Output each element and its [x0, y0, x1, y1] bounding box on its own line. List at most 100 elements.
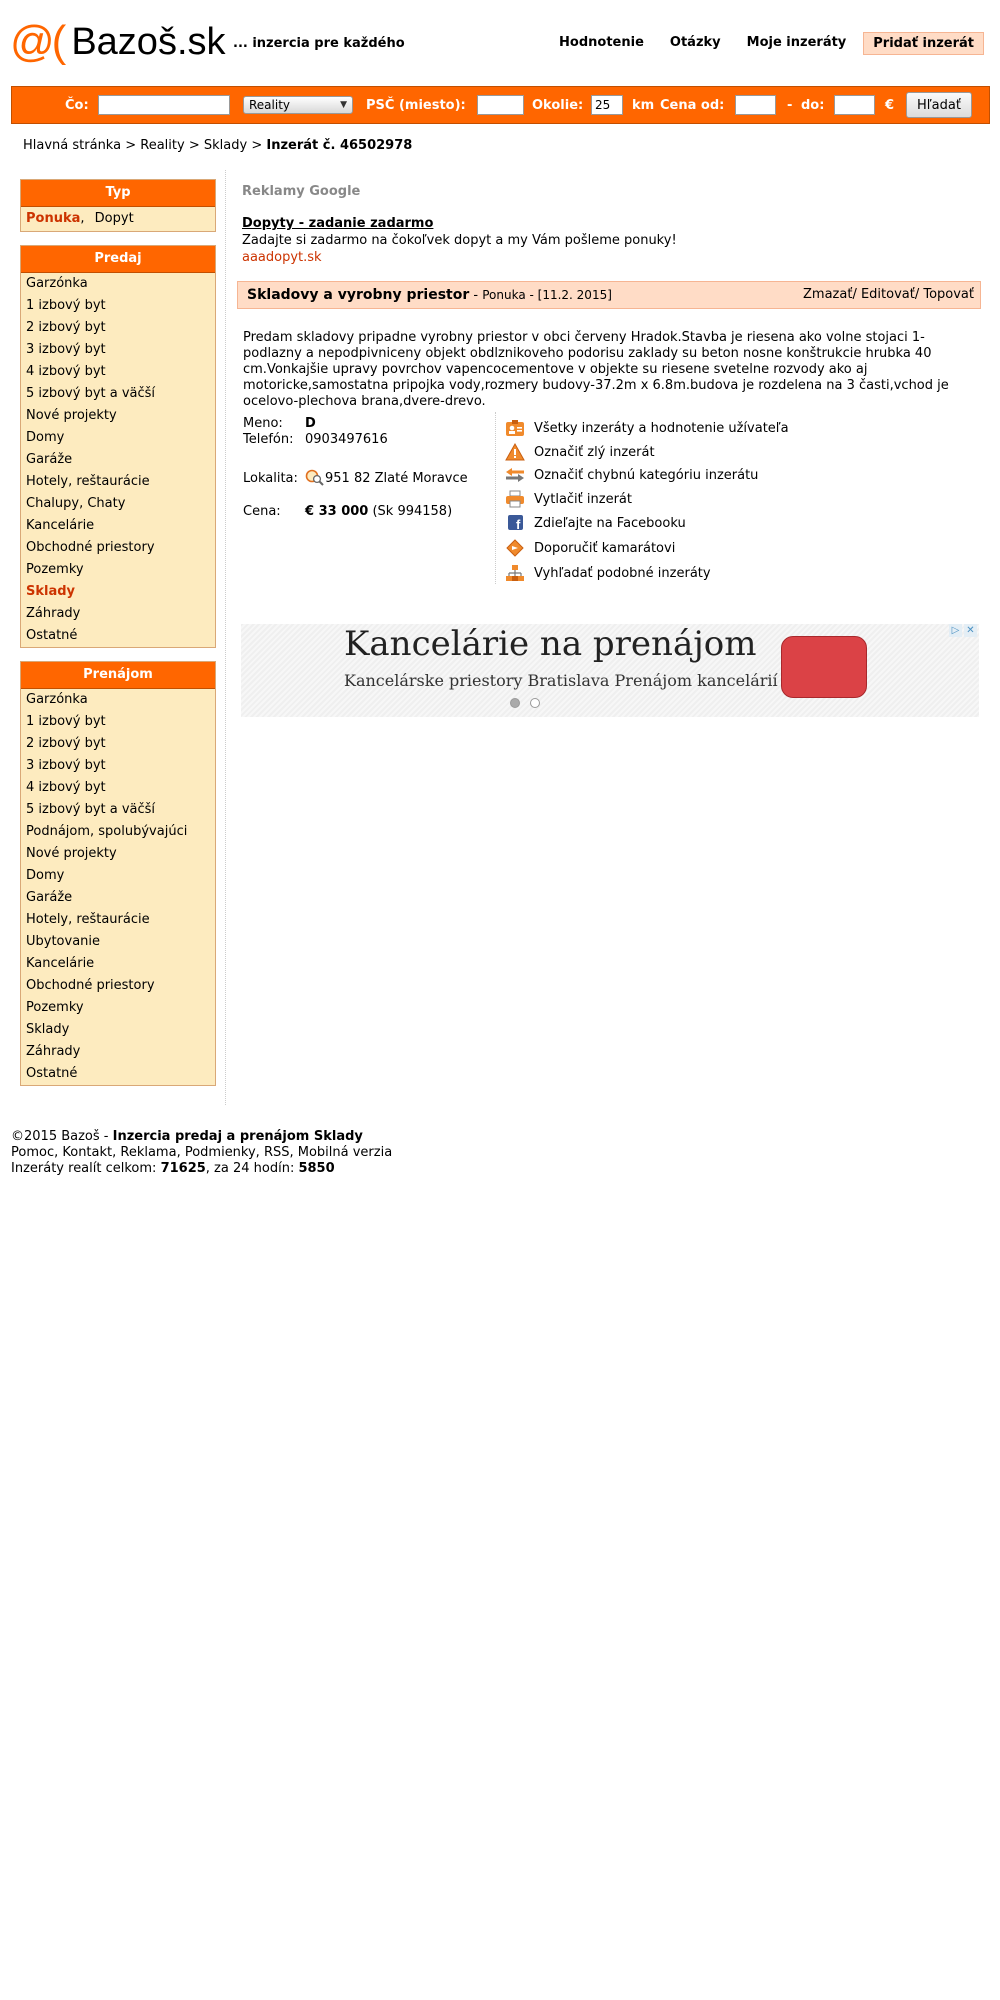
sidebar-item-predaj[interactable]: Domy: [21, 427, 215, 449]
footer-stats-24h: 5850: [298, 1161, 335, 1176]
lokalita-label: Lokalita:: [243, 471, 298, 486]
do-label: do:: [801, 97, 825, 113]
sidebar-item-predaj[interactable]: Obchodné priestory: [21, 537, 215, 559]
sidebar-item-prenajom[interactable]: Ubytovanie: [21, 931, 215, 953]
listing-details: Meno: D Telefón: 0903497616 Lokalita: 95…: [237, 412, 979, 587]
action-label: Doporučiť kamarátovi: [534, 540, 676, 556]
logo-at: @(: [10, 17, 66, 66]
ad-title-link[interactable]: Dopyty - zadanie zadarmo: [242, 216, 433, 231]
sidebar-item-prenajom[interactable]: Obchodné priestory: [21, 975, 215, 997]
sidebar-item-predaj[interactable]: Kancelárie: [21, 515, 215, 537]
banner-headline: Kancelárie na prenájom: [344, 624, 757, 664]
sidebar-item-prenajom[interactable]: 5 izbový byt a väčší: [21, 799, 215, 821]
sidebar-item-prenajom[interactable]: Ostatné: [21, 1063, 215, 1085]
sidebar-item-prenajom[interactable]: 1 izbový byt: [21, 711, 215, 733]
sidebar-item-prenajom[interactable]: Pozemky: [21, 997, 215, 1019]
action-facebook-share[interactable]: f Zdieľajte na Facebooku: [505, 512, 686, 534]
nav-otazky[interactable]: Otázky: [661, 32, 730, 55]
sidebar-item-prenajom[interactable]: Kancelárie: [21, 953, 215, 975]
prenajom-box: Prenájom Garzónka 1 izbový byt 2 izbový by…: [20, 661, 216, 1086]
footer: ©2015 Bazoš - Inzercia predaj a prenájom…: [11, 1129, 392, 1177]
sidebar-item-predaj[interactable]: Sklady: [21, 581, 215, 603]
sidebar-item-predaj[interactable]: Pozemky: [21, 559, 215, 581]
sidebar-item-predaj[interactable]: 3 izbový byt: [21, 339, 215, 361]
meno-label: Meno:: [243, 416, 283, 431]
recommend-icon: [505, 539, 525, 557]
action-label: Vytlačiť inzerát: [534, 491, 632, 507]
currency-label: €: [885, 97, 895, 113]
logo[interactable]: @( Bazoš.sk: [10, 18, 226, 66]
breadcrumb-home[interactable]: Hlavná stránka: [23, 138, 121, 153]
adchoices-icon[interactable]: ▷: [949, 624, 962, 637]
lokalita-value: 951 82 Zlaté Moravce: [325, 471, 468, 486]
action-similar[interactable]: Vyhľadať podobné inzeráty: [505, 562, 711, 584]
action-user-listings[interactable]: Všetky inzeráty a hodnotenie užívateľa: [505, 417, 789, 439]
add-listing-button[interactable]: Pridať inzerát: [863, 32, 984, 55]
sidebar-item-prenajom[interactable]: 4 izbový byt: [21, 777, 215, 799]
nav-hodnotenie[interactable]: Hodnotenie: [550, 32, 653, 55]
sidebar-item-predaj[interactable]: 1 izbový byt: [21, 295, 215, 317]
action-print[interactable]: Vytlačiť inzerát: [505, 488, 632, 510]
text-ad: Dopyty - zadanie zadarmo Zadajte si zada…: [242, 215, 677, 266]
search-button[interactable]: Hľadať: [906, 92, 972, 118]
sidebar-item-predaj[interactable]: 5 izbový byt a väčší: [21, 383, 215, 405]
sidebar-item-prenajom[interactable]: Domy: [21, 865, 215, 887]
breadcrumb-sklady[interactable]: Sklady: [204, 138, 247, 153]
cena-od-input[interactable]: [735, 95, 776, 115]
ad-text: Zadajte si zadarmo na čokoľvek dopyt a m…: [242, 233, 677, 248]
action-report-bad[interactable]: Označiť zlý inzerát: [505, 441, 655, 463]
banner-cta-button[interactable]: [781, 636, 867, 698]
sidebar-item-predaj[interactable]: Chalupy, Chaty: [21, 493, 215, 515]
sidebar-item-prenajom[interactable]: 3 izbový byt: [21, 755, 215, 777]
do-input[interactable]: [834, 95, 875, 115]
user-listings-icon: [505, 419, 525, 437]
banner-subline: Kancelárske priestory Bratislava Prenájo…: [344, 671, 778, 690]
sidebar-item-predaj[interactable]: Garzónka: [21, 273, 215, 295]
breadcrumb-separator: >: [125, 138, 137, 153]
typ-ponuka-link[interactable]: Ponuka: [26, 211, 80, 226]
co-input[interactable]: [98, 95, 230, 115]
banner-ad[interactable]: Kancelárie na prenájom Kancelárske pries…: [241, 624, 979, 717]
sidebar-item-prenajom[interactable]: Záhrady: [21, 1041, 215, 1063]
map-search-icon[interactable]: [305, 469, 325, 487]
sidebar-item-prenajom[interactable]: Podnájom, spolubývajúci: [21, 821, 215, 843]
warning-icon: [505, 443, 525, 461]
sidebar-item-predaj[interactable]: 4 izbový byt: [21, 361, 215, 383]
sidebar-item-prenajom[interactable]: Hotely, reštaurácie: [21, 909, 215, 931]
footer-links[interactable]: Pomoc, Kontakt, Reklama, Podmienky, RSS,…: [11, 1145, 392, 1160]
carousel-dot-active[interactable]: [510, 698, 520, 708]
typ-dopyt-link[interactable]: Dopyt: [95, 211, 134, 226]
listing-manage-links[interactable]: Zmazať/ Editovať/ Topovať: [803, 282, 974, 308]
top-nav: Hodnotenie Otázky Moje inzeráty Pridať i…: [542, 32, 984, 55]
sidebar-item-predaj[interactable]: Nové projekty: [21, 405, 215, 427]
category-select[interactable]: Reality ▼: [243, 96, 353, 114]
action-label: Zdieľajte na Facebooku: [534, 515, 686, 531]
ad-url-link[interactable]: aaadopyt.sk: [242, 250, 322, 265]
typ-row: Ponuka, Dopyt: [21, 207, 215, 231]
sidebar-item-prenajom[interactable]: 2 izbový byt: [21, 733, 215, 755]
sidebar-item-predaj[interactable]: Záhrady: [21, 603, 215, 625]
sidebar-item-prenajom[interactable]: Garáže: [21, 887, 215, 909]
sidebar-item-prenajom[interactable]: Nové projekty: [21, 843, 215, 865]
nav-moje-inzeraty[interactable]: Moje inzeráty: [738, 32, 856, 55]
psc-input[interactable]: [477, 95, 524, 115]
close-icon[interactable]: ✕: [964, 624, 977, 637]
sidebar-item-predaj[interactable]: Ostatné: [21, 625, 215, 647]
action-label: Označiť zlý inzerát: [534, 444, 655, 460]
action-recommend[interactable]: Doporučiť kamarátovi: [505, 537, 675, 559]
sidebar-item-prenajom[interactable]: Sklady: [21, 1019, 215, 1041]
sidebar-item-predaj[interactable]: Garáže: [21, 449, 215, 471]
category-selected: Reality: [249, 98, 291, 112]
breadcrumb-reality[interactable]: Reality: [140, 138, 184, 153]
cena-sk-value: (Sk 994158): [372, 504, 453, 519]
okolie-input[interactable]: [591, 95, 623, 115]
carousel-dot[interactable]: [530, 698, 540, 708]
sidebar-item-predaj[interactable]: Hotely, reštaurácie: [21, 471, 215, 493]
sidebar-item-predaj[interactable]: 2 izbový byt: [21, 317, 215, 339]
sidebar-item-prenajom[interactable]: Garzónka: [21, 689, 215, 711]
cena-value: € 33 000: [305, 504, 369, 519]
action-report-category[interactable]: Označiť chybnú kategóriu inzerátu: [505, 464, 758, 486]
km-label: km: [632, 97, 655, 113]
listing-header: Skladovy a vyrobny priestor - Ponuka - […: [237, 281, 981, 309]
typ-heading: Typ: [21, 180, 215, 207]
